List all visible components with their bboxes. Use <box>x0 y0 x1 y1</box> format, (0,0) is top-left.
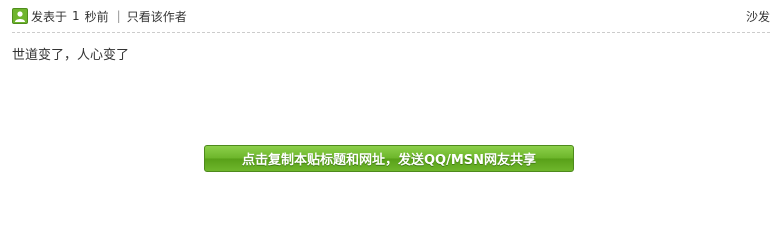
copy-share-button[interactable]: 点击复制本贴标题和网址，发送QQ/MSN网友共享 <box>204 145 574 172</box>
post-time-value: 1 <box>72 9 80 23</box>
post-content: 世道变了，人心变了 <box>12 48 130 63</box>
post-time-unit: 秒前 <box>84 9 109 24</box>
meta-separator: | <box>116 9 121 23</box>
post-meta-bar: 发表于 1 秒前 | 只看该作者 沙发 <box>12 5 770 27</box>
meta-divider <box>12 32 770 33</box>
floor-label: 沙发 <box>745 9 770 24</box>
only-author-link[interactable]: 只看该作者 <box>127 8 187 25</box>
user-icon <box>12 8 28 24</box>
posted-label: 发表于 <box>31 9 68 24</box>
